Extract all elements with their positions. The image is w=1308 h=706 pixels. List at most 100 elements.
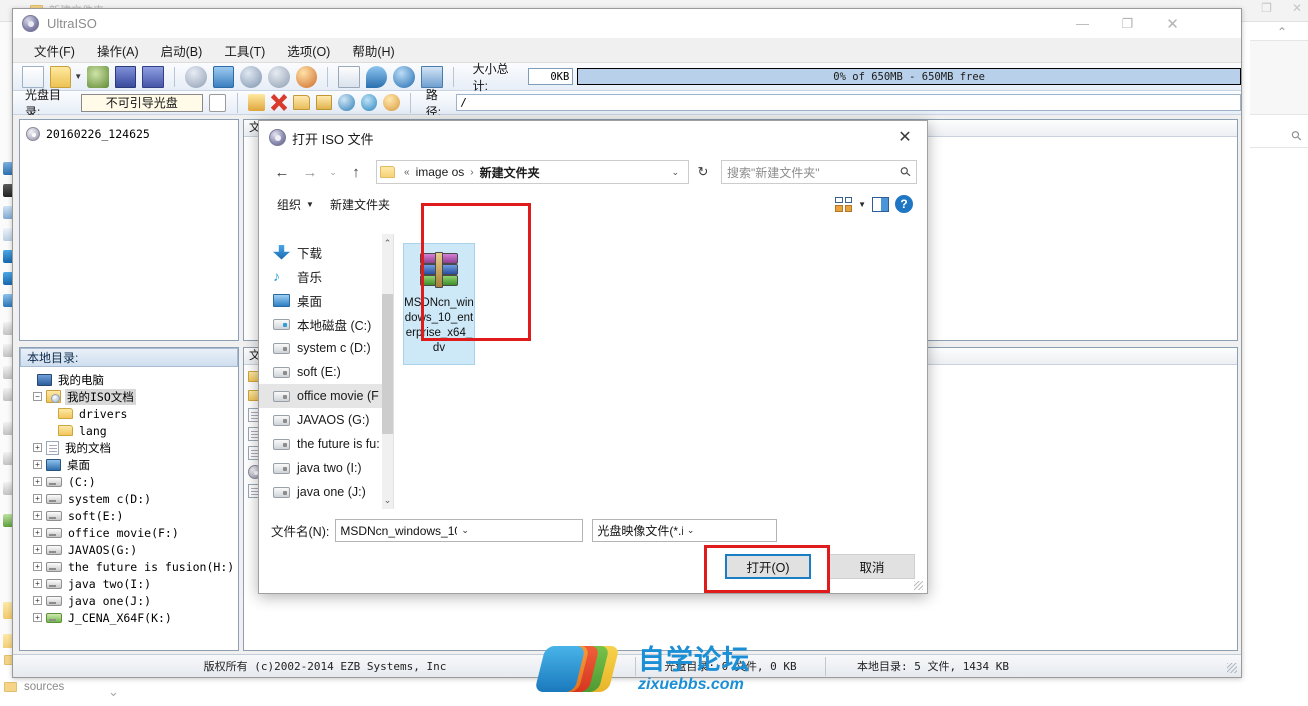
tree-node-my-computer[interactable]: 我的电脑 (24, 371, 238, 388)
rename-icon[interactable] (315, 95, 333, 110)
sidebar-item-soft-e[interactable]: soft (E:) (259, 360, 393, 384)
search-input[interactable]: 搜索"新建文件夹" ⚲ (721, 160, 917, 184)
tree-node-drive-i[interactable]: + java two(I:) (24, 575, 238, 592)
new-file-icon[interactable] (22, 65, 44, 88)
expand-expander-icon[interactable]: + (33, 460, 42, 469)
properties-icon[interactable] (338, 65, 360, 88)
background-maximize-button[interactable]: ❐ (1261, 1, 1272, 15)
resize-grip[interactable] (1227, 663, 1237, 673)
save-as-icon[interactable] (87, 65, 109, 88)
list-item[interactable]: sources (4, 681, 64, 693)
view-dropdown-caret[interactable]: ▼ (858, 200, 866, 209)
sidebar-item-java-one-j[interactable]: java one (J:) (259, 480, 393, 504)
scrollbar-thumb[interactable] (382, 294, 393, 434)
sidebar-item-music[interactable]: ♪ 音乐 (259, 264, 393, 288)
tree-node-drive-h[interactable]: + the future is fusion(H:) (24, 558, 238, 575)
back-button[interactable]: ← (269, 159, 295, 185)
make-iso-icon[interactable] (267, 65, 290, 88)
tree-node-drive-d[interactable]: + system c(D:) (24, 490, 238, 507)
expand-expander-icon[interactable]: + (33, 477, 42, 486)
chevron-down-icon[interactable]: ⌄ (665, 167, 685, 178)
sidebar-item-office-movie-f[interactable]: office movie (F (259, 384, 393, 408)
background-scroll-down-icon[interactable]: ⌄ (108, 684, 119, 700)
expand-expander-icon[interactable]: + (33, 545, 42, 554)
tree-node-my-iso-documents[interactable]: − 我的ISO文档 (24, 388, 238, 405)
preview-pane-icon[interactable] (872, 196, 889, 212)
tree-node-lang[interactable]: lang (24, 422, 238, 439)
expand-expander-icon[interactable]: + (33, 511, 42, 520)
expand-expander-icon[interactable]: + (33, 562, 42, 571)
background-collapse-ribbon-icon[interactable]: ⌃ (1277, 25, 1287, 39)
menu-item-tools[interactable]: 工具(T) (213, 38, 276, 63)
tree-node-drive-g[interactable]: + JAVAOS(G:) (24, 541, 238, 558)
exit-icon[interactable] (421, 65, 443, 88)
dialog-file-list[interactable]: MSDNcn_windows_10_enterprise_x64_dv (393, 234, 927, 509)
menu-item-bootable[interactable]: 启动(B) (150, 38, 214, 63)
tree-node-drive-f[interactable]: + office movie(F:) (24, 524, 238, 541)
sidebar-item-system-c-d[interactable]: system c (D:) (259, 336, 393, 360)
open-dropdown-caret[interactable]: ▼ (74, 72, 82, 81)
burn-cd-icon[interactable] (185, 65, 207, 88)
menu-item-help[interactable]: 帮助(H) (341, 38, 405, 63)
view-mode-icon[interactable] (835, 196, 853, 212)
sidebar-item-javaos-g[interactable]: JAVAOS (G:) (259, 408, 393, 432)
info-icon[interactable] (365, 65, 388, 88)
add-icon[interactable] (248, 94, 265, 111)
tree-node-iso-root[interactable]: 20160226_124625 (26, 125, 238, 142)
tree-node-drive-k[interactable]: + J_CENA_X64F(K:) (24, 609, 238, 626)
tree-node-drive-c[interactable]: + (C:) (24, 473, 238, 490)
iso-tree-body[interactable]: 20160226_124625 (20, 120, 238, 340)
bootable-select[interactable]: 不可引导光盘 (80, 93, 203, 112)
local-tree-body[interactable]: 我的电脑 − 我的ISO文档 drivers lang + 我的文档 + 桌面 … (20, 367, 238, 650)
tree-node-drive-e[interactable]: + soft(E:) (24, 507, 238, 524)
breadcrumb-current[interactable]: 新建文件夹 (478, 164, 542, 181)
tree-node-my-documents[interactable]: + 我的文档 (24, 439, 238, 456)
forward-button[interactable]: → (297, 159, 323, 185)
sidebar-item-the-future-h[interactable]: the future is fu: (259, 432, 393, 456)
scroll-down-icon[interactable]: ⌄ (382, 493, 393, 507)
sidebar-item-desktop[interactable]: 桌面 (259, 288, 393, 312)
cancel-button[interactable]: 取消 (829, 554, 915, 579)
delete-icon[interactable] (270, 94, 288, 111)
up-button[interactable]: ↑ (343, 159, 369, 185)
help-icon[interactable] (393, 65, 415, 88)
expand-expander-icon[interactable]: + (33, 579, 42, 588)
help-icon[interactable]: ? (895, 195, 913, 213)
new-folder-button[interactable]: 新建文件夹 (322, 192, 398, 217)
open-file-icon[interactable] (49, 65, 72, 88)
minimize-button[interactable]: — (1060, 9, 1105, 38)
expand-expander-icon[interactable]: + (33, 443, 42, 452)
organize-button[interactable]: 组织 ▼ (269, 192, 322, 217)
new-folder-icon[interactable] (293, 95, 310, 110)
address-bar[interactable]: « image os › 新建文件夹 ⌄ (376, 160, 689, 184)
save-floppy-icon[interactable] (142, 65, 165, 88)
tree-node-drivers[interactable]: drivers (24, 405, 238, 422)
file-type-select[interactable]: 光盘映像文件(*.iso;*.isz;*.bin;* ⌄ (592, 519, 778, 542)
refresh-icon[interactable]: ↻ (691, 160, 715, 184)
recent-locations-button[interactable]: ⌄ (325, 159, 341, 185)
save-icon[interactable] (114, 65, 137, 88)
settings-icon[interactable] (360, 94, 378, 111)
breadcrumb-overflow[interactable]: « (400, 167, 414, 178)
background-close-button[interactable]: ✕ (1292, 1, 1302, 15)
chevron-down-icon[interactable]: ⌄ (457, 525, 578, 536)
menu-item-actions[interactable]: 操作(A) (86, 38, 150, 63)
path-value[interactable]: / (456, 94, 1241, 111)
dialog-resize-grip[interactable] (914, 581, 923, 590)
checklist-icon[interactable] (208, 93, 227, 112)
expand-expander-icon[interactable]: + (33, 528, 42, 537)
menu-item-file[interactable]: 文件(F) (23, 38, 86, 63)
convert-icon[interactable] (295, 65, 318, 88)
dialog-close-button[interactable]: ✕ (883, 121, 927, 153)
refresh-icon[interactable] (383, 94, 400, 111)
scroll-up-icon[interactable]: ⌃ (382, 236, 393, 250)
extract-to-icon[interactable] (338, 94, 355, 111)
sidebar-scrollbar[interactable]: ⌃ ⌄ (382, 234, 393, 509)
tree-node-drive-j[interactable]: + java one(J:) (24, 592, 238, 609)
maximize-button[interactable]: ❐ (1105, 9, 1150, 38)
sidebar-item-local-disk-c[interactable]: 本地磁盘 (C:) (259, 312, 393, 336)
collapse-expander-icon[interactable]: − (33, 392, 42, 401)
mount-drive-icon[interactable] (212, 65, 235, 88)
expand-expander-icon[interactable]: + (33, 613, 42, 622)
capacity-bar[interactable]: 0% of 650MB - 650MB free (577, 68, 1241, 85)
